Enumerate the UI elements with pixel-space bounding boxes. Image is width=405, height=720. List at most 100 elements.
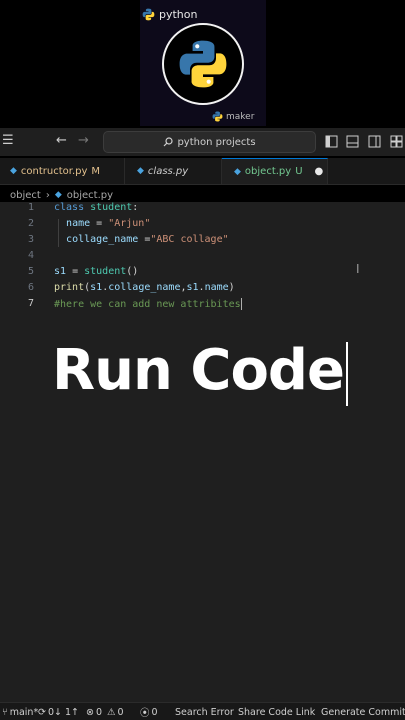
warning-count: 0 (117, 706, 124, 718)
code-token: name (66, 218, 91, 229)
tab-label: object.py (244, 166, 292, 177)
breadcrumb-file[interactable]: object.py (67, 190, 113, 201)
app-window: python maker ☰ ← → python projects ◆ con… (0, 0, 405, 720)
text-caret (240, 298, 242, 310)
caption-text: Run Code (52, 338, 345, 403)
brand-bottom: maker (212, 111, 254, 122)
code-token: name (204, 282, 229, 293)
layout-panel-icon[interactable] (346, 135, 359, 148)
sync-icon: ⟳ (38, 706, 46, 718)
tab-status: M (91, 165, 101, 177)
breadcrumb-folder[interactable]: object (10, 190, 41, 201)
code-token: "ABC collage" (150, 234, 229, 245)
unsaved-dot-icon[interactable]: ● (315, 166, 324, 177)
code-token: #here we can add new attribites (54, 299, 241, 310)
brand-bottom-text: maker (226, 111, 255, 122)
code-text: #here we can add new attribites (54, 298, 242, 310)
code-text: s1 = student() (54, 266, 138, 277)
search-text: python projects (177, 136, 256, 148)
search-error-status[interactable]: Search Error (175, 707, 234, 718)
ports-status[interactable]: ⦿ 0 (140, 705, 158, 720)
code-token: student (90, 202, 133, 213)
status-bar: ⑂ main* ⟳ 0↓ 1↑ ⊗ 0 ⚠ 0 ⦿ 0 Search Error… (0, 702, 405, 720)
indent-guide (58, 219, 59, 247)
python-logo-small-icon (142, 8, 155, 21)
python-file-icon: ◆ (137, 166, 144, 176)
line-number: 6 (27, 282, 34, 293)
brand-top: python (142, 8, 197, 21)
code-line[interactable]: 3 collage_name ="ABC collage" (0, 234, 405, 250)
brand-top-text: python (159, 8, 198, 21)
git-branch-icon: ⑂ (2, 706, 8, 718)
sync-label: 0↓ 1↑ (47, 706, 79, 718)
arrow-left-icon[interactable]: ← (56, 133, 67, 148)
share-code-link-status[interactable]: Share Code Link (238, 707, 315, 718)
code-text: print(s1.collage_name,s1.name) (54, 282, 235, 293)
code-line[interactable]: 1 class student: (0, 202, 405, 218)
line-number: 3 (27, 234, 34, 245)
code-token: s1 (90, 282, 103, 293)
mouse-ibeam-icon: I (356, 262, 360, 276)
code-line[interactable]: 6 print(s1.collage_name,s1.name) (0, 282, 405, 298)
code-line[interactable]: 4 (0, 250, 405, 266)
code-text: class student: (54, 202, 138, 213)
problems-status[interactable]: ⊗ 0 ⚠ 0 (86, 707, 124, 718)
error-count: 0 (95, 706, 103, 718)
editor-tabs: ◆ contructor.py M ◆ class.py ◆ object.py… (0, 158, 405, 185)
generate-commit-status[interactable]: Generate Commit M (321, 707, 405, 718)
code-token: student (84, 266, 127, 277)
branch-status[interactable]: ⑂ main* (2, 707, 38, 718)
breadcrumb: object › ◆ object.py (10, 188, 113, 202)
warning-icon: ⚠ (107, 706, 116, 718)
ports-count: 0 (151, 706, 158, 718)
run-code-caption: Run Code (52, 334, 348, 408)
command-center-search[interactable]: python projects (103, 131, 316, 153)
tab-status: U (295, 166, 303, 177)
python-logo-tiny-icon (212, 111, 223, 122)
line-number: 1 (27, 202, 34, 213)
error-icon: ⊗ (86, 706, 94, 718)
code-token: ) (228, 282, 235, 293)
line-number: 5 (27, 266, 34, 277)
tab-class-py[interactable]: ◆ class.py (125, 158, 222, 184)
python-logo-icon (179, 40, 227, 88)
layout-sidebar-left-icon[interactable] (325, 135, 338, 148)
code-text: name = "Arjun" (54, 218, 150, 229)
code-token: "Arjun" (108, 218, 151, 229)
code-token: s1 (186, 282, 199, 293)
code-token: collage_name (66, 234, 139, 245)
python-file-icon: ◆ (234, 166, 241, 177)
code-token: = (138, 234, 151, 245)
code-token: collage_name (108, 282, 181, 293)
arrow-right-icon[interactable]: → (78, 133, 89, 148)
hamburger-icon[interactable]: ☰ (2, 133, 14, 148)
python-file-icon: ◆ (10, 166, 17, 176)
code-token: print (54, 282, 85, 293)
code-editor[interactable]: 1 class student: 2 name = "Arjun" 3 collage… (0, 202, 405, 702)
branch-label: main* (9, 706, 39, 718)
layout-grid-icon[interactable] (390, 135, 403, 148)
search-icon (164, 137, 174, 147)
code-token: : (132, 202, 139, 213)
code-token: () (126, 266, 139, 277)
layout-sidebar-right-icon[interactable] (368, 135, 381, 148)
brand-logo (162, 23, 244, 105)
code-line[interactable]: 2 name = "Arjun" (0, 218, 405, 234)
code-token: s1 (54, 266, 67, 277)
tab-label: contructor.py (20, 165, 88, 177)
code-token: class (54, 202, 91, 213)
tab-contructor-py[interactable]: ◆ contructor.py M (0, 158, 125, 184)
breadcrumb-separator: › (45, 189, 50, 201)
sync-status[interactable]: ⟳ 0↓ 1↑ (38, 707, 79, 718)
code-token: = (66, 266, 85, 277)
line-number: 7 (27, 298, 34, 309)
tab-object-py[interactable]: ◆ object.py U ● (222, 158, 328, 184)
code-line[interactable]: 5 s1 = student() (0, 266, 405, 282)
python-file-icon: ◆ (54, 190, 62, 200)
caption-caret (346, 341, 348, 406)
code-line[interactable]: 7 #here we can add new attribites (0, 298, 405, 314)
code-text: collage_name ="ABC collage" (54, 234, 229, 245)
code-token: = (90, 218, 109, 229)
